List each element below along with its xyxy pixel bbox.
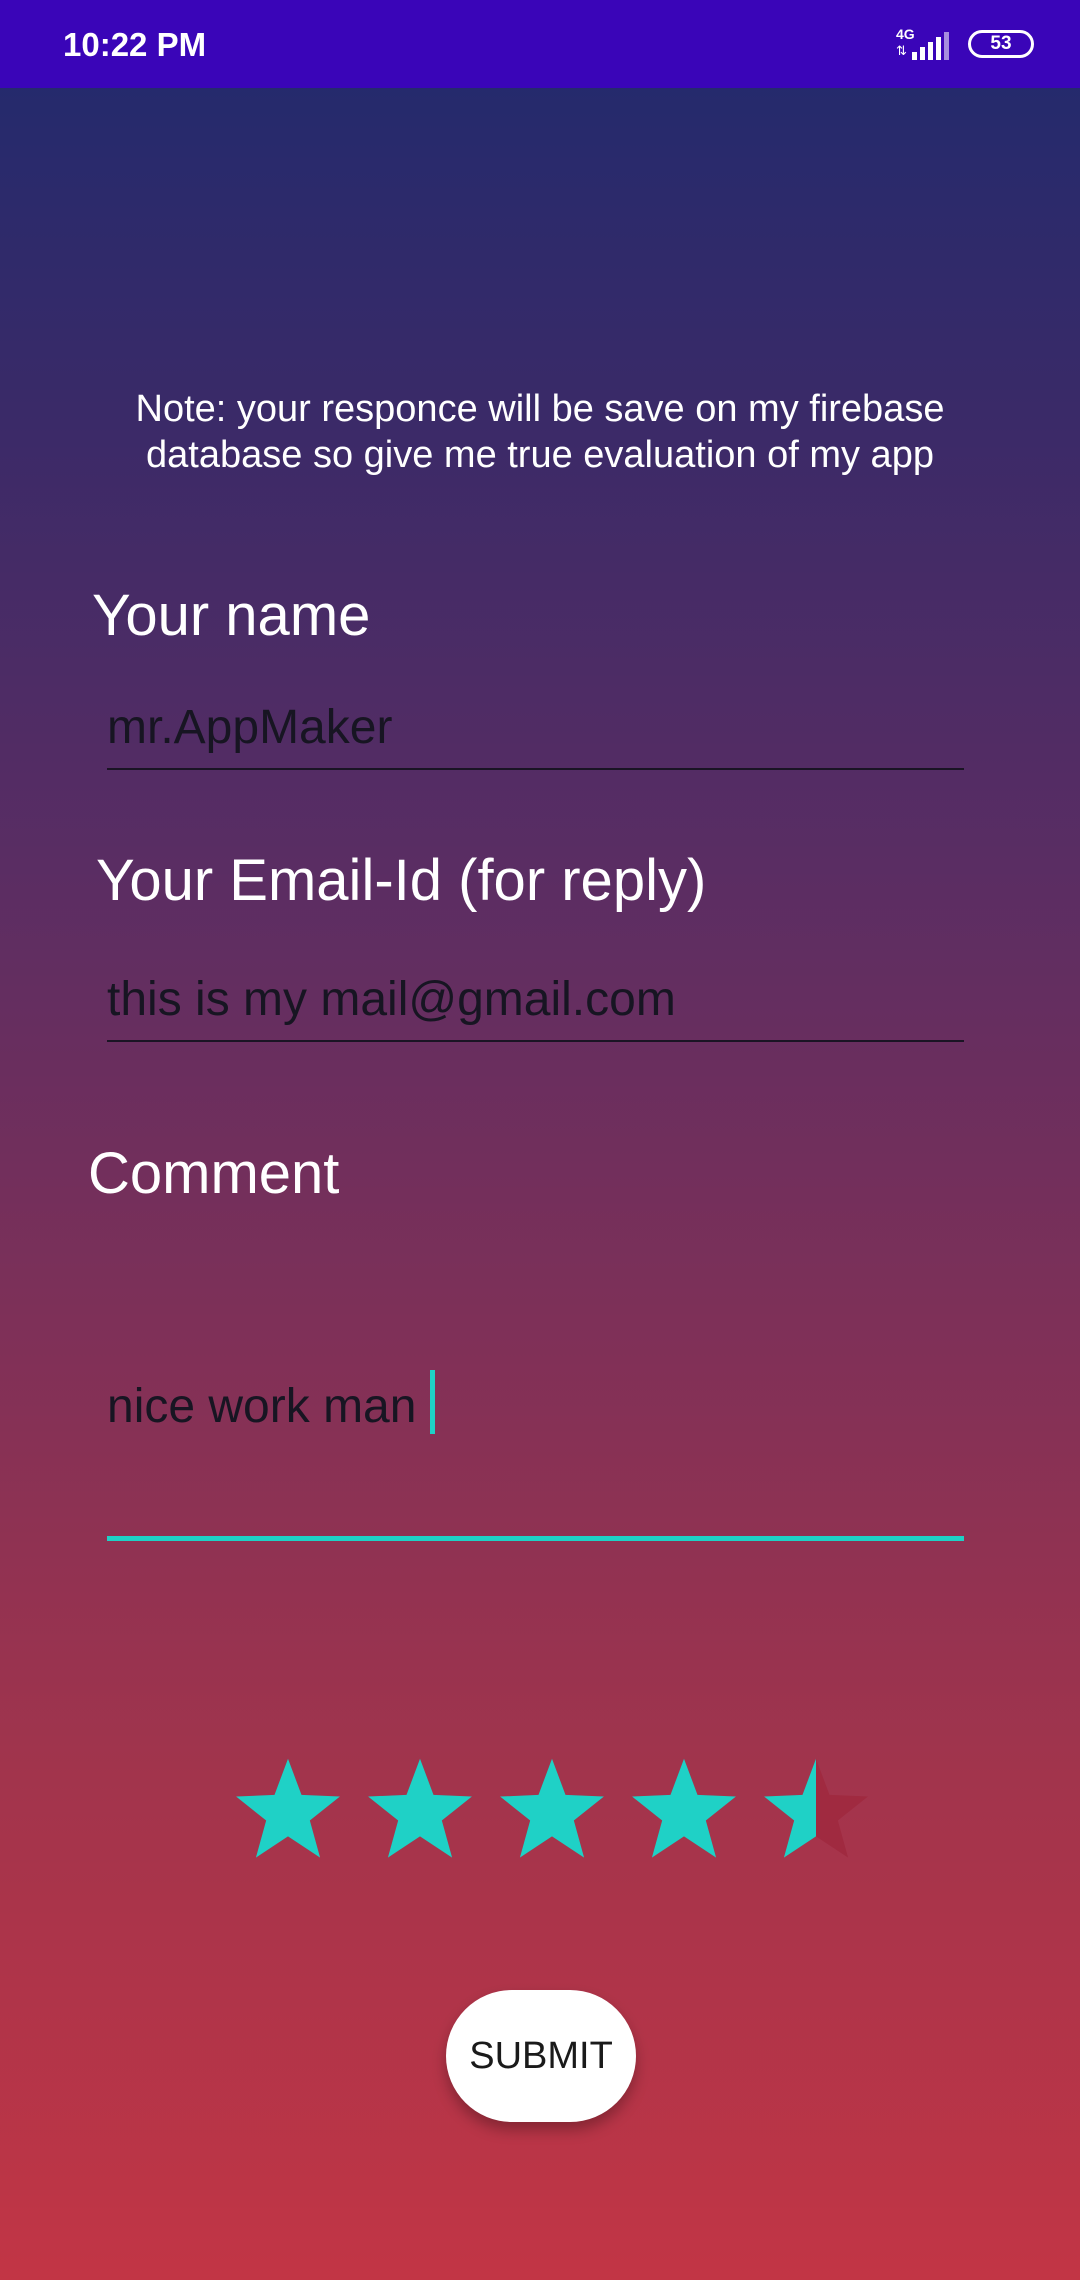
star-filled-shape [500,1758,604,1858]
status-time: 10:22 PM [63,26,207,63]
signal-bar-5 [944,32,949,60]
name-field[interactable]: mr.AppMaker [107,700,964,770]
status-bar: 10:22 PM 4G ⇅ 53 [0,0,1080,88]
rating-star-5[interactable] [756,1754,876,1869]
battery-level: 53 [990,33,1012,54]
status-icons: 4G ⇅ 53 [894,24,1034,64]
comment-value: nice work man [107,1380,417,1433]
note-text: Note: your responce will be save on my f… [135,388,945,476]
rating-star-1[interactable] [228,1754,348,1869]
signal-bars-icon: 4G ⇅ [894,24,954,64]
email-label: Your Email-Id (for reply) [96,848,707,913]
signal-bar-2 [920,47,925,60]
rating-star-2[interactable] [360,1754,480,1869]
signal-bar-1 [912,52,917,60]
signal-bar-3 [928,42,933,60]
star-filled-shape [368,1758,472,1858]
email-input-text: this is my mail@gmail.com [107,973,676,1026]
email-field[interactable]: this is my mail@gmail.com [107,972,964,1042]
submit-button[interactable]: SUBMIT [446,1990,636,2122]
text-cursor [430,1370,436,1434]
name-label: Your name [92,583,371,648]
network-type: 4G [896,26,915,42]
data-arrows-icon: ⇅ [896,43,907,58]
signal-bar-4 [936,37,941,60]
comment-field[interactable]: nice work man [107,1360,964,1540]
star-filled-shape [632,1758,736,1858]
rating-star-3[interactable] [492,1754,612,1869]
comment-label: Comment [88,1141,340,1206]
comment-input-text: nice work man [107,1370,436,1434]
star-filled-shape [236,1758,340,1858]
battery-icon: 53 [968,30,1034,58]
rating-bar[interactable] [228,1754,868,1874]
comment-field-underline [107,1536,964,1541]
name-input-text: mr.AppMaker [107,701,393,754]
rating-star-4[interactable] [624,1754,744,1869]
